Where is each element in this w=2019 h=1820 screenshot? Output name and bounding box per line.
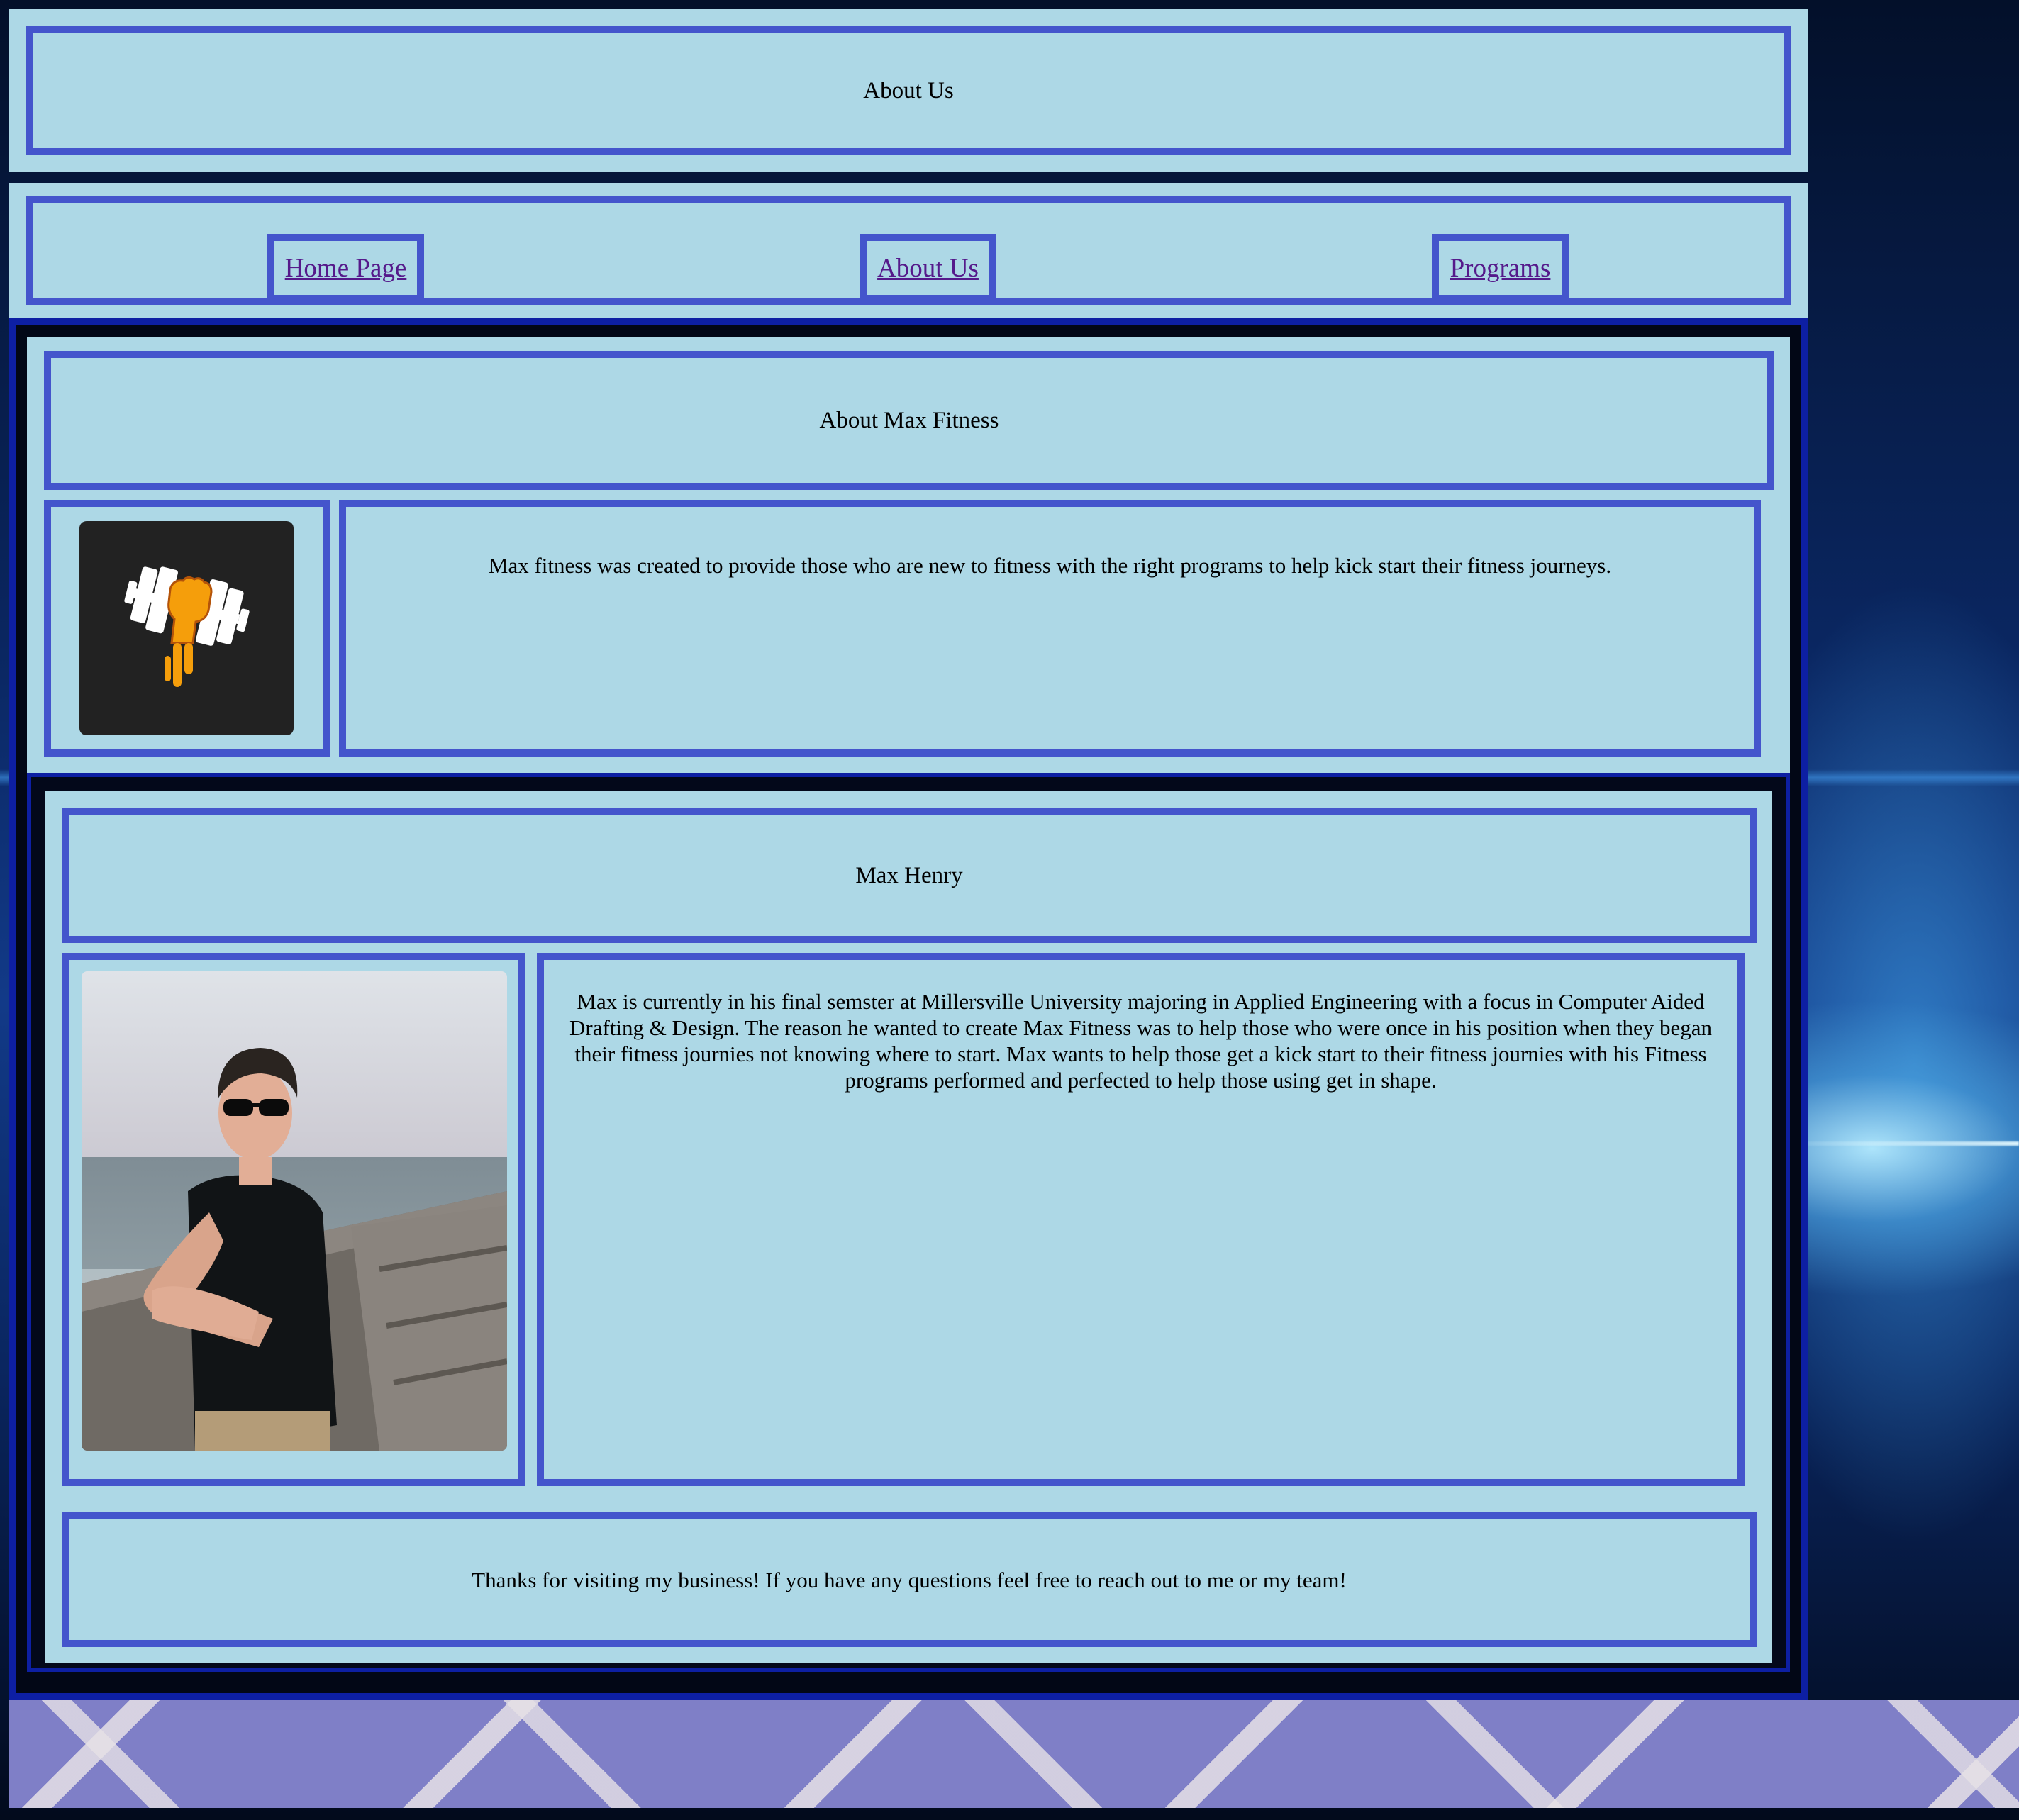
footer-box: Thanks for visiting my business! If you … [62, 1512, 1757, 1647]
background-light-beam [1773, 1141, 2019, 1146]
navigation-bar: Home Page About Us Programs [9, 183, 1808, 318]
about-description: Max fitness was created to provide those… [488, 553, 1612, 578]
nav-link-home[interactable]: Home Page [267, 234, 424, 302]
about-section: About Max Fitness Max fitness was create… [27, 337, 1790, 773]
footer-section: Thanks for visiting my business! If you … [45, 1502, 1772, 1663]
nav-link-programs[interactable]: Programs [1432, 234, 1569, 302]
footer-message: Thanks for visiting my business! If you … [472, 1567, 1347, 1592]
header: About Us [9, 9, 1808, 172]
member-name-box: Max Henry [62, 808, 1757, 943]
bio-box: Max is currently in his final semster at… [537, 953, 1745, 1486]
about-heading: About Max Fitness [819, 407, 999, 433]
dumbbell-fist-icon [79, 521, 294, 735]
member-name: Max Henry [855, 862, 963, 888]
member-photo [82, 971, 507, 1451]
page-title: About Us [863, 77, 954, 104]
nav-link-about-us[interactable]: About Us [860, 234, 996, 302]
photo-box [62, 953, 525, 1486]
team-member-section: Max Henry Max is currently in his final … [45, 791, 1772, 1502]
header-title-box: About Us [26, 26, 1791, 155]
navigation-box: Home Page About Us Programs [26, 196, 1791, 305]
about-title-box: About Max Fitness [44, 351, 1774, 490]
about-description-box: Max fitness was created to provide those… [339, 500, 1761, 757]
member-bio: Max is currently in his final semster at… [569, 989, 1713, 1093]
decorative-pattern-band [9, 1700, 2019, 1808]
logo-box [44, 500, 330, 757]
